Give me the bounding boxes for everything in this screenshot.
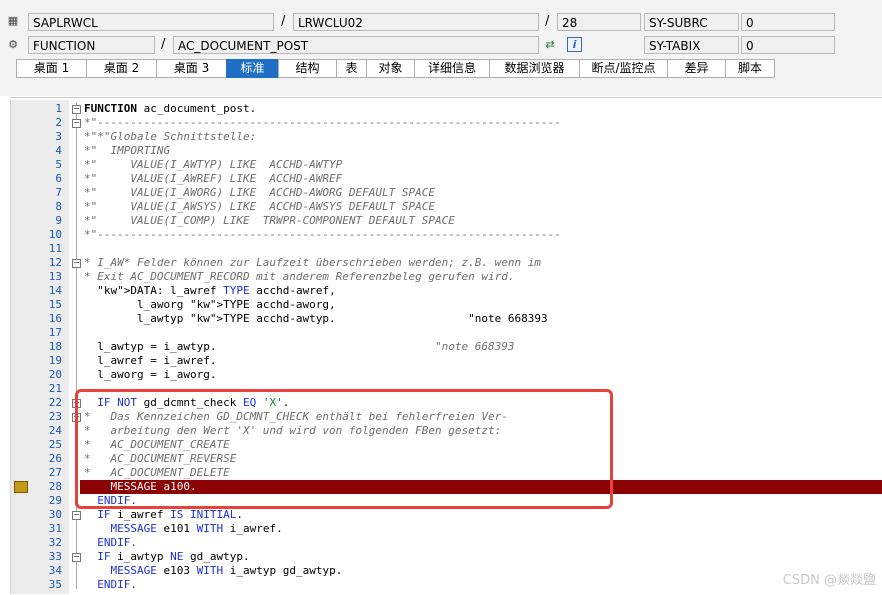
fold-toggle-icon[interactable]: −	[72, 511, 81, 520]
code-line: "kw">DATA: l_awref TYPE acchd-awref,	[97, 284, 336, 297]
line-number: 10	[48, 228, 62, 241]
code-line: FUNCTION ac_document_post.	[84, 102, 257, 115]
fold-toggle-icon[interactable]: −	[72, 105, 81, 114]
line-number: 13	[48, 270, 62, 283]
line-number: 28	[48, 480, 62, 493]
tab-2[interactable]: 桌面 3	[156, 59, 226, 78]
code-line: *"--------------------------------------…	[84, 116, 561, 129]
code-line: *" IMPORTING	[84, 144, 171, 157]
subrc-label: SY-SUBRC	[644, 13, 739, 31]
subrc-value: 0	[741, 13, 835, 31]
code-line: IF i_awref IS INITIAL.	[97, 508, 243, 521]
program-field: SAPLRWCL	[28, 13, 274, 31]
code-line: l_awtyp = i_awtyp. "note 668393	[84, 340, 515, 353]
line-number: 21	[48, 382, 62, 395]
object-type-field: FUNCTION	[28, 36, 155, 54]
tabix-value: 0	[741, 36, 835, 54]
line-number: 27	[48, 466, 62, 479]
line-number: 16	[48, 312, 62, 325]
line-field: 28	[557, 13, 641, 31]
info-icon[interactable]: i	[567, 37, 582, 52]
program-icon: ▦	[7, 14, 19, 27]
line-number: 30	[48, 508, 62, 521]
line-number: 1	[55, 102, 62, 115]
fold-toggle-icon[interactable]: −	[72, 119, 81, 128]
line-number: 8	[55, 200, 62, 213]
line-number: 19	[48, 354, 62, 367]
code-line: IF i_awtyp NE gd_awtyp.	[97, 550, 250, 563]
code-line: *" VALUE(I_AWREF) LIKE ACCHD-AWREF	[84, 172, 343, 185]
code-line: MESSAGE e103 WITH i_awtyp gd_awtyp.	[110, 564, 343, 577]
code-line: ENDIF.	[84, 578, 137, 591]
separator-slash: /	[545, 14, 550, 29]
line-number: 22	[48, 396, 62, 409]
line-number: 3	[55, 130, 62, 143]
line-number: 20	[48, 368, 62, 381]
tab-5[interactable]: 表	[336, 59, 366, 78]
line-number: 4	[55, 144, 62, 157]
line-number: 15	[48, 298, 62, 311]
code-line: ENDIF.	[84, 536, 137, 549]
code-line: *" VALUE(I_AWTYP) LIKE ACCHD-AWTYP	[84, 158, 343, 171]
code-line: l_awref = i_awref.	[84, 354, 217, 367]
tab-6[interactable]: 对象	[366, 59, 414, 78]
tab-9[interactable]: 断点/监控点	[579, 59, 667, 78]
tab-10[interactable]: 差异	[667, 59, 725, 78]
fold-toggle-icon[interactable]: −	[72, 259, 81, 268]
line-number: 9	[55, 214, 62, 227]
line-number: 29	[48, 494, 62, 507]
line-number: 17	[48, 326, 62, 339]
code-line: MESSAGE e101 WITH i_awref.	[110, 522, 283, 535]
line-number: 14	[48, 284, 62, 297]
tab-8[interactable]: 数据浏览器	[489, 59, 579, 78]
code-line: * Exit AC_DOCUMENT_RECORD mit anderem Re…	[84, 270, 515, 283]
line-number: 7	[55, 186, 62, 199]
code-line: l_awtyp "kw">TYPE acchd-awtyp. "note 668…	[84, 312, 548, 325]
code-line: l_aworg "kw">TYPE acchd-aworg,	[84, 298, 336, 311]
annotation-box	[75, 389, 613, 509]
code-line: *" VALUE(I_AWSYS) LIKE ACCHD-AWSYS DEFAU…	[84, 200, 435, 213]
debugger-tabs: 桌面 1 桌面 2 桌面 3 标准 结构表对象 详细信息 数据浏览器 断点/监控点 差异 脚本	[16, 59, 775, 78]
line-number: 18	[48, 340, 62, 353]
code-line: *" VALUE(I_COMP) LIKE TRWPR-COMPONENT DE…	[84, 214, 455, 227]
line-number: 33	[48, 550, 62, 563]
navigate-icon[interactable]: ⇄	[543, 38, 557, 52]
separator-slash: /	[281, 14, 286, 29]
fold-toggle-icon[interactable]: −	[72, 553, 81, 562]
separator-slash: /	[161, 37, 166, 52]
line-number: 23	[48, 410, 62, 423]
tabix-label: SY-TABIX	[644, 36, 739, 54]
line-number: 6	[55, 172, 62, 185]
line-number: 26	[48, 452, 62, 465]
line-number: 11	[48, 242, 62, 255]
watermark: CSDN @燚燚鹽	[782, 573, 876, 588]
code-line: l_aworg = i_aworg.	[84, 368, 217, 381]
line-number: 34	[48, 564, 62, 577]
line-number: 32	[48, 536, 62, 549]
tab-11[interactable]: 脚本	[725, 59, 775, 78]
tab-1[interactable]: 桌面 2	[86, 59, 156, 78]
line-number: 25	[48, 438, 62, 451]
line-number: 2	[55, 116, 62, 129]
code-line: *" VALUE(I_AWORG) LIKE ACCHD-AWORG DEFAU…	[84, 186, 435, 199]
line-number: 12	[48, 256, 62, 269]
code-line: *"*"Globale Schnittstelle:	[84, 130, 257, 143]
line-number: 31	[48, 522, 62, 535]
function-gear-icon: ⚙	[8, 38, 18, 51]
code-line: *"--------------------------------------…	[84, 228, 561, 241]
include-field: LRWCLU02	[293, 13, 539, 31]
tab-0[interactable]: 桌面 1	[16, 59, 86, 78]
tab-4[interactable]: 结构	[278, 59, 336, 78]
line-number: 24	[48, 424, 62, 437]
tab-7[interactable]: 详细信息	[414, 59, 489, 78]
line-number: 35	[48, 578, 62, 591]
line-number: 5	[55, 158, 62, 171]
tab-3[interactable]: 标准	[226, 59, 278, 78]
code-line: * I_AW* Felder können zur Laufzeit übers…	[84, 256, 541, 269]
function-name-field: AC_DOCUMENT_POST	[173, 36, 539, 54]
